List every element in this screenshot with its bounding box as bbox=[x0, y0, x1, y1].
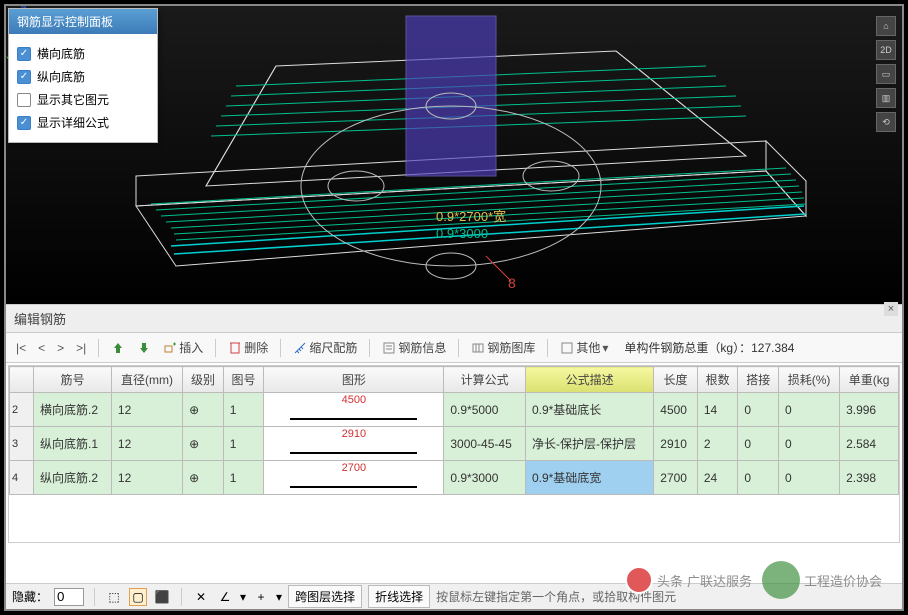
checkbox-row[interactable]: 显示详细公式 bbox=[13, 111, 153, 134]
move-down-button[interactable] bbox=[133, 339, 155, 357]
cross-select-icon[interactable]: ✕ bbox=[192, 588, 210, 606]
checkbox-icon[interactable] bbox=[17, 47, 31, 61]
checkbox-row[interactable]: 显示其它图元 bbox=[13, 88, 153, 111]
chevron-down-icon: ▾ bbox=[602, 341, 608, 355]
view-tool-column: ⌂ 2D ▭ ▥ ⟲ bbox=[876, 16, 898, 136]
table-row[interactable]: 2横向底筋.212⊕145000.9*50000.9*基础底长450014003… bbox=[10, 393, 899, 427]
3d-viewport[interactable]: 0.9*2700*宽 0.9*3000 8 钢筋显示控制面板 横向底筋 纵向底筋… bbox=[6, 6, 902, 304]
delete-button[interactable]: 删除 bbox=[224, 337, 272, 358]
nav-first-button[interactable]: |< bbox=[12, 339, 30, 357]
weight-summary: 单构件钢筋总重（kg）：127.384 bbox=[624, 339, 794, 356]
watermark: 头条 广联达服务 工程造价协会 bbox=[625, 561, 882, 599]
cross-layer-button[interactable]: 跨图层选择 bbox=[288, 585, 362, 608]
svg-text:8: 8 bbox=[508, 275, 516, 291]
checkbox-icon[interactable] bbox=[17, 70, 31, 84]
select-mode-3-icon[interactable]: ⬛ bbox=[153, 588, 171, 606]
checkbox-row[interactable]: 横向底筋 bbox=[13, 42, 153, 65]
nav-prev-button[interactable]: < bbox=[34, 339, 49, 357]
info-button[interactable]: 钢筋信息 bbox=[378, 337, 450, 358]
table-row[interactable]: 4纵向底筋.212⊕127000.9*30000.9*基础底宽270024002… bbox=[10, 461, 899, 495]
insert-button[interactable]: 插入 bbox=[159, 337, 207, 358]
move-up-button[interactable] bbox=[107, 339, 129, 357]
nav-next-button[interactable]: > bbox=[53, 339, 68, 357]
rebar-display-panel: 钢筋显示控制面板 横向底筋 纵向底筋 显示其它图元 显示详细公式 bbox=[8, 8, 158, 143]
table-row[interactable]: 3纵向底筋.112⊕129103000-45-45净长-保护层-保护层29102… bbox=[10, 427, 899, 461]
home-view-button[interactable]: ⌂ bbox=[876, 16, 896, 36]
scale-button[interactable]: 缩尺配筋 bbox=[289, 337, 361, 358]
other-button[interactable]: 其他 ▾ bbox=[556, 337, 612, 358]
select-mode-1-icon[interactable]: ⬚ bbox=[105, 588, 123, 606]
grid-toolbar: |< < > >| 插入 删除 缩尺配筋 钢筋信息 钢筋图库 其他 ▾ 单构件钢… bbox=[6, 333, 902, 363]
checkbox-icon[interactable] bbox=[17, 116, 31, 130]
angle-icon[interactable]: ∠ bbox=[216, 588, 234, 606]
svg-text:0.9*3000: 0.9*3000 bbox=[436, 226, 488, 241]
orbit-button[interactable]: ⟲ bbox=[876, 112, 896, 132]
avatar-icon bbox=[625, 566, 653, 594]
wechat-icon bbox=[762, 561, 800, 599]
polyline-select-button[interactable]: 折线选择 bbox=[368, 585, 430, 608]
2d-view-button[interactable]: 2D bbox=[876, 40, 896, 60]
nav-last-button[interactable]: >| bbox=[72, 339, 90, 357]
checkbox-icon[interactable] bbox=[17, 93, 31, 107]
rebar-table[interactable]: 筋号直径(mm)级别图号 图形计算公式 公式描述 长度根数搭接损耗(%)单重(k… bbox=[8, 365, 900, 543]
box-view-button[interactable]: ▭ bbox=[876, 64, 896, 84]
library-button[interactable]: 钢筋图库 bbox=[467, 337, 539, 358]
panel-title: 钢筋显示控制面板 bbox=[9, 9, 157, 34]
section-view-button[interactable]: ▥ bbox=[876, 88, 896, 108]
close-icon[interactable]: × bbox=[884, 302, 898, 316]
checkbox-row[interactable]: 纵向底筋 bbox=[13, 65, 153, 88]
select-mode-2-icon[interactable]: ▢ bbox=[129, 588, 147, 606]
plus-icon[interactable]: + bbox=[252, 588, 270, 606]
tab-edit-rebar[interactable]: 编辑钢筋 bbox=[6, 304, 902, 333]
hide-input[interactable] bbox=[54, 588, 84, 606]
svg-text:0.9*2700*宽: 0.9*2700*宽 bbox=[436, 209, 506, 224]
hide-label: 隐藏： bbox=[12, 588, 48, 605]
